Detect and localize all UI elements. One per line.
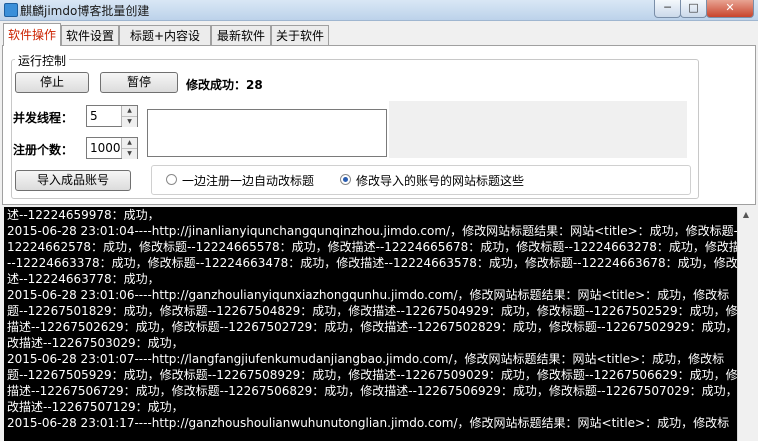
success-count: 修改成功：28 (186, 78, 263, 92)
mode-radio-group: 一边注册一边自动改标题 修改导入的账号的网站标题这些 (151, 165, 691, 195)
radio-register-and-edit[interactable] (166, 174, 177, 185)
threads-label: 并发线程： (13, 111, 74, 125)
stop-button[interactable]: 停止 (15, 72, 89, 93)
log-line: 2015-06-28 23:01:07----http://langfangji… (7, 352, 725, 366)
log-line: 12224662578：成功，修改标题--12224665578：成功，修改描述… (7, 240, 737, 254)
log-line: 描述--12267502629：成功，修改标题--12267502729：成功，… (7, 320, 737, 334)
spin-up-icon[interactable]: ▲ (122, 106, 137, 117)
close-button[interactable]: ✕ (706, 0, 754, 18)
radio-edit-imported-label[interactable]: 修改导入的账号的网站标题这些 (356, 172, 524, 189)
tab-title-content-settings[interactable]: 标题+内容设置 (119, 25, 211, 63)
count-stepper[interactable]: 1000 ▲ ▼ (86, 137, 138, 159)
log-output[interactable]: 述--12224659978：成功， 2015-06-28 23:01:04--… (4, 207, 737, 441)
log-line: 改描述--12267507129：成功， (7, 400, 184, 414)
tab-latest-software[interactable]: 最新软件 (211, 25, 271, 45)
tab-software-settings[interactable]: 软件设置 (61, 25, 119, 45)
pause-button[interactable]: 暂停 (100, 72, 178, 93)
log-line: 描述--12267506729：成功，修改标题--12267506829：成功，… (7, 384, 737, 398)
blank-area (389, 101, 687, 158)
scroll-up-icon[interactable]: ▲ (738, 207, 754, 223)
group-title: 运行控制 (15, 52, 70, 69)
threads-value: 5 (90, 109, 98, 123)
window-title: 麒麟jimdo博客批量创建 (20, 4, 150, 18)
log-line: 述--12224659978：成功， (7, 208, 160, 222)
radio-edit-imported[interactable] (340, 174, 351, 185)
minimize-button[interactable]: ─ (654, 0, 681, 18)
count-value: 1000 (90, 141, 121, 155)
tab-software-operation[interactable]: 软件操作 (3, 23, 61, 46)
threads-stepper[interactable]: 5 ▲ ▼ (86, 105, 138, 127)
log-line: 题--12267505929：成功，修改标题--12267508929：成功，修… (7, 368, 737, 382)
tab-about-software[interactable]: 关于软件 (271, 25, 329, 45)
spin-up-icon[interactable]: ▲ (122, 138, 137, 149)
notes-textarea[interactable] (147, 109, 387, 157)
spin-down-icon[interactable]: ▼ (122, 149, 137, 159)
log-line: 2015-06-28 23:01:06----http://ganzhoulia… (7, 288, 730, 302)
log-scrollbar[interactable]: ▲ (737, 207, 754, 441)
threads-spin-arrows[interactable]: ▲ ▼ (121, 106, 137, 127)
count-spin-arrows[interactable]: ▲ ▼ (121, 138, 137, 159)
title-bar: 麒麟jimdo博客批量创建 ─ □ ✕ (0, 0, 758, 21)
operation-panel: 运行控制 停止 暂停 修改成功：28 并发线程： 5 ▲ ▼ 注册个数： 100… (2, 45, 756, 205)
log-line: 述--12224663778：成功， (7, 272, 160, 286)
log-line: 2015-06-28 23:01:04----http://jinanliany… (7, 224, 737, 238)
log-line: 题--12267501829：成功，修改标题--12267504829：成功，修… (7, 304, 737, 318)
count-label: 注册个数： (13, 143, 74, 157)
import-accounts-button[interactable]: 导入成品账号 (15, 170, 131, 191)
radio-register-and-edit-label[interactable]: 一边注册一边自动改标题 (182, 172, 314, 189)
maximize-button[interactable]: □ (680, 0, 707, 18)
spin-down-icon[interactable]: ▼ (122, 117, 137, 127)
log-line: 改描述--12267503029：成功， (7, 336, 184, 350)
tab-bar: 软件操作 软件设置 标题+内容设置 最新软件 关于软件 (0, 23, 758, 63)
log-line: 2015-06-28 23:01:17----http://ganzhousho… (7, 416, 730, 430)
app-icon (4, 3, 18, 17)
log-line: --12224663378：成功，修改标题--12224663478：成功，修改… (7, 256, 737, 270)
